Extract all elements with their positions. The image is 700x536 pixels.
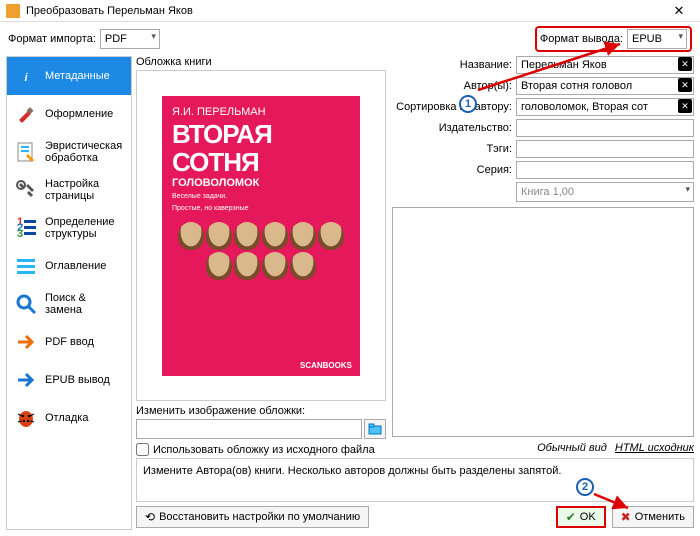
search-icon [13,291,39,317]
clear-authors-button[interactable]: ✕ [678,78,692,92]
cover-path-input[interactable] [136,419,362,439]
sidebar-item-heuristic[interactable]: Эвристическая обработка [7,133,131,171]
author-sort-input[interactable] [516,98,694,116]
arrow-right-icon [13,329,39,355]
tags-label: Тэги: [392,143,512,155]
check-icon: ✔ [566,510,576,524]
close-icon[interactable]: ✕ [664,3,694,19]
cover-image: Я.И. ПЕРЕЛЬМАН ВТОРАЯ СОТНЯ ГОЛОВОЛОМОК … [162,96,360,376]
author-sort-label: Сортировка по автору: [392,101,512,113]
bug-icon [13,405,39,431]
annotation-2: 2 [576,478,594,496]
toc-icon [13,253,39,279]
sidebar-item-look[interactable]: Оформление [7,95,131,133]
document-pencil-icon [13,139,39,165]
clear-title-button[interactable]: ✕ [678,57,692,71]
sidebar-item-page-setup[interactable]: Настройка страницы [7,171,131,209]
description-box[interactable] [392,207,694,437]
sidebar: i Метаданные Оформление Эвристическая об… [6,56,132,530]
restore-defaults-button[interactable]: ⟲ Восстановить настройки по умолчанию [136,506,369,528]
authors-input[interactable] [516,77,694,95]
change-cover-label: Изменить изображение обложки: [136,405,386,417]
brush-icon [13,101,39,127]
series-input[interactable] [516,161,694,179]
sidebar-item-search[interactable]: Поиск & замена [7,285,131,323]
title-input[interactable] [516,56,694,74]
svg-text:3: 3 [17,228,23,240]
folder-open-icon [368,422,382,436]
cancel-icon: ✖ [621,510,631,524]
annotation-1: 1 [459,95,477,113]
output-format-group: Формат вывода: EPUB [535,26,692,52]
titlebar: Преобразовать Перельман Яков ✕ [0,0,700,22]
info-icon: i [13,63,39,89]
publisher-label: Издательство: [392,122,512,134]
import-format-combo[interactable]: PDF [100,29,160,49]
app-icon [6,4,20,18]
use-source-cover-checkbox[interactable] [136,443,149,456]
wrench-icon [13,177,39,203]
sidebar-item-epub-output[interactable]: EPUB вывод [7,361,131,399]
hint-text: Измените Автора(ов) книги. Несколько авт… [136,458,694,502]
window-title: Преобразовать Перельман Яков [26,5,664,17]
sidebar-item-structure[interactable]: 123 Определение структуры [7,209,131,247]
output-format-combo[interactable]: EPUB [627,29,687,49]
ok-button[interactable]: ✔ OK [556,506,606,528]
series-label: Серия: [392,164,512,176]
sidebar-item-toc[interactable]: Оглавление [7,247,131,285]
clear-sort-button[interactable]: ✕ [678,99,692,113]
cover-preview: Я.И. ПЕРЕЛЬМАН ВТОРАЯ СОТНЯ ГОЛОВОЛОМОК … [136,70,386,401]
publisher-input[interactable] [516,119,694,137]
cancel-button[interactable]: ✖ Отменить [612,506,694,528]
sidebar-item-debug[interactable]: Отладка [7,399,131,437]
authors-label: Автор(ы): [392,80,512,92]
tab-normal-view[interactable]: Обычный вид [537,442,607,454]
arrow-right-blue-icon [13,367,39,393]
list-icon: 123 [13,215,39,241]
cover-section-label: Обложка книги [136,56,386,68]
sidebar-item-pdf-input[interactable]: PDF ввод [7,323,131,361]
sidebar-item-metadata[interactable]: i Метаданные [7,57,131,95]
title-label: Название: [392,59,512,71]
tags-input[interactable] [516,140,694,158]
use-source-cover-label: Использовать обложку из исходного файла [153,444,375,456]
output-format-label: Формат вывода: [540,33,623,45]
series-index-combo[interactable]: Книга 1,00 [516,182,694,202]
browse-cover-button[interactable] [364,419,386,439]
tab-html-source[interactable]: HTML исходник [615,442,694,454]
restore-icon: ⟲ [145,510,155,524]
import-format-label: Формат импорта: [8,33,96,45]
